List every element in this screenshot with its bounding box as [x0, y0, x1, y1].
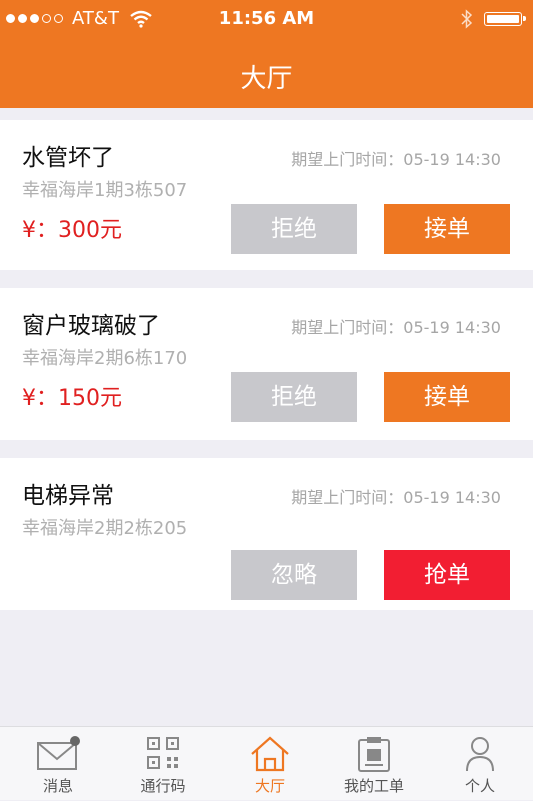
order-expected-time: 期望上门时间：05-19 14:30 — [291, 318, 501, 337]
order-price: ¥：300元 — [22, 218, 122, 243]
tab-pass-code[interactable]: 通行码 — [113, 727, 213, 801]
status-time: 11:56 AM — [218, 8, 315, 29]
reject-button[interactable]: 拒绝 — [231, 204, 357, 254]
tab-label: 消息 — [42, 777, 73, 795]
tab-label: 我的工单 — [343, 777, 404, 795]
order-card: 水管坏了 期望上门时间：05-19 14:30 幸福海岸1期3栋507 ¥：30… — [0, 120, 533, 270]
page-title: 大厅 — [240, 64, 293, 94]
accept-button[interactable]: 接单 — [384, 204, 510, 254]
tab-bar: 消息 通行码 大厅 我的工单 个人 — [0, 726, 533, 800]
tab-hall[interactable]: 大厅 — [220, 727, 320, 801]
person-icon — [466, 737, 494, 772]
order-address: 幸福海岸2期2栋205 — [22, 518, 188, 539]
tab-label: 个人 — [464, 777, 495, 795]
status-bar: AT&T 11:56 AM — [0, 0, 533, 38]
tab-my-orders[interactable]: 我的工单 — [324, 727, 424, 801]
order-address: 幸福海岸2期6栋170 — [22, 348, 188, 369]
tab-profile[interactable]: 个人 — [430, 727, 530, 801]
ignore-button[interactable]: 忽略 — [231, 550, 357, 600]
order-title: 窗户玻璃破了 — [22, 313, 160, 339]
order-title: 水管坏了 — [22, 145, 114, 171]
envelope-icon — [37, 736, 80, 770]
bluetooth-icon — [461, 9, 473, 29]
app-header: AT&T 11:56 AM 大厅 — [0, 0, 533, 108]
tab-label: 通行码 — [140, 777, 186, 795]
accept-button[interactable]: 接单 — [384, 372, 510, 422]
battery-icon — [484, 12, 526, 26]
grab-order-button[interactable]: 抢单 — [384, 550, 510, 600]
order-card: 电梯异常 期望上门时间：05-19 14:30 幸福海岸2期2栋205 忽略 抢… — [0, 458, 533, 610]
order-card: 窗户玻璃破了 期望上门时间：05-19 14:30 幸福海岸2期6栋170 ¥：… — [0, 288, 533, 440]
home-icon — [251, 736, 289, 772]
tab-label: 大厅 — [254, 777, 285, 795]
clipboard-icon — [358, 737, 390, 772]
order-expected-time: 期望上门时间：05-19 14:30 — [291, 488, 501, 507]
reject-button[interactable]: 拒绝 — [231, 372, 357, 422]
order-address: 幸福海岸1期3栋507 — [22, 180, 188, 201]
order-expected-time: 期望上门时间：05-19 14:30 — [291, 150, 501, 169]
qr-code-icon — [147, 737, 179, 769]
tab-messages[interactable]: 消息 — [8, 727, 108, 801]
order-price: ¥：150元 — [22, 386, 122, 411]
order-title: 电梯异常 — [22, 483, 114, 509]
